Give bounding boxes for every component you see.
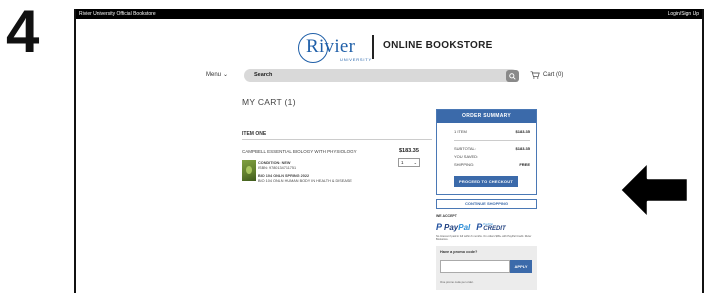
proceed-to-checkout-button[interactable]: PROCEED TO CHECKOUT [454,176,518,187]
saved-label: YOU SAVED: [454,154,479,159]
browser-screenshot: Rivier University Official Bookstore Log… [74,9,704,293]
apply-promo-button[interactable]: APPLY [510,260,532,273]
promo-label: Have a promo code? [440,250,478,254]
logo-text: Rivier [306,36,356,57]
promo-note: One promo code per order. [440,280,474,284]
cart-icon [530,71,540,79]
paypal-credit-icon: P [476,222,483,232]
paypal-logo: PayPal [444,222,471,232]
shipping-label: SHIPPING: [454,162,475,167]
chevron-down-icon: ⌄ [413,160,417,165]
we-accept-label: WE ACCEPT [436,214,457,218]
page-title: MY CART (1) [242,97,296,107]
store-title: ONLINE BOOKSTORE [383,40,493,51]
top-bar: Rivier University Official Bookstore Log… [76,9,702,19]
chevron-down-icon: ⌄ [223,72,229,78]
continue-shopping-button[interactable]: CONTINUE SHOPPING [436,199,537,209]
store-name: Rivier University Official Bookstore [79,11,156,17]
search-input[interactable]: Search [244,69,518,82]
cart-label: Cart (0) [543,72,564,78]
summary-items-row: 1 ITEM $183.35 [454,129,530,134]
brand-header: Rivier UNIVERSITY ONLINE BOOKSTORE [76,25,702,67]
nav-bar: Menu ⌄ Search Cart (0) [76,67,702,87]
course-description: BIO 104 ONLN HUMAN BODY IN HEALTH & DISE… [258,179,352,183]
product-name[interactable]: CAMPBELL ESSENTIAL BIOLOGY WITH PHYSIOLO… [242,149,357,154]
paypal-icon: P [436,222,443,232]
financing-fine-print: No Interest if paid in full within 6 mon… [436,235,532,242]
product-price: $183.35 [399,148,419,154]
item-section-title: ITEM ONE [242,131,267,137]
step-number: 4 [6,0,40,65]
product-details: CONDITION: NEW ISBN: 9780134711751 BIO 1… [258,161,352,184]
shipping-value: FREE [519,162,530,167]
search-button[interactable] [506,70,519,82]
shipping-row: SHIPPING: FREE [454,162,530,167]
quantity-select[interactable]: 1 ⌄ [398,158,420,167]
book-cover-image[interactable] [242,160,256,181]
quantity-value: 1 [401,160,404,165]
logo-subtext: UNIVERSITY [340,57,373,62]
promo-code-input[interactable] [440,260,510,273]
subtotal-row: SUBTOTAL: $183.35 [454,146,530,151]
paypal-credit-logo: P PayPal CREDIT [476,221,506,232]
summary-items-label: 1 ITEM [454,129,467,134]
tutorial-page: 4 Rivier University Official Bookstore L… [0,0,709,293]
saved-row: YOU SAVED: [454,154,530,159]
summary-items-value: $183.35 [515,129,530,134]
promo-code-panel: Have a promo code? APPLY One promo code … [436,246,537,290]
divider [454,140,530,141]
pointer-arrow-icon [618,160,690,220]
payment-logos: P PayPal P PayPal CREDIT [436,222,506,232]
login-link[interactable]: Login/Sign Up [668,9,699,19]
divider [242,139,432,140]
search-icon [509,72,516,80]
cart-link[interactable]: Cart (0) [530,71,563,79]
subtotal-label: SUBTOTAL: [454,146,476,151]
brand-divider [372,35,374,59]
order-summary-title: ORDER SUMMARY [437,110,536,123]
menu-label: Menu [206,72,222,78]
order-summary: ORDER SUMMARY 1 ITEM $183.35 SUBTOTAL: $… [436,109,537,195]
menu-button[interactable]: Menu ⌄ [206,71,228,78]
subtotal-value: $183.35 [515,146,530,151]
